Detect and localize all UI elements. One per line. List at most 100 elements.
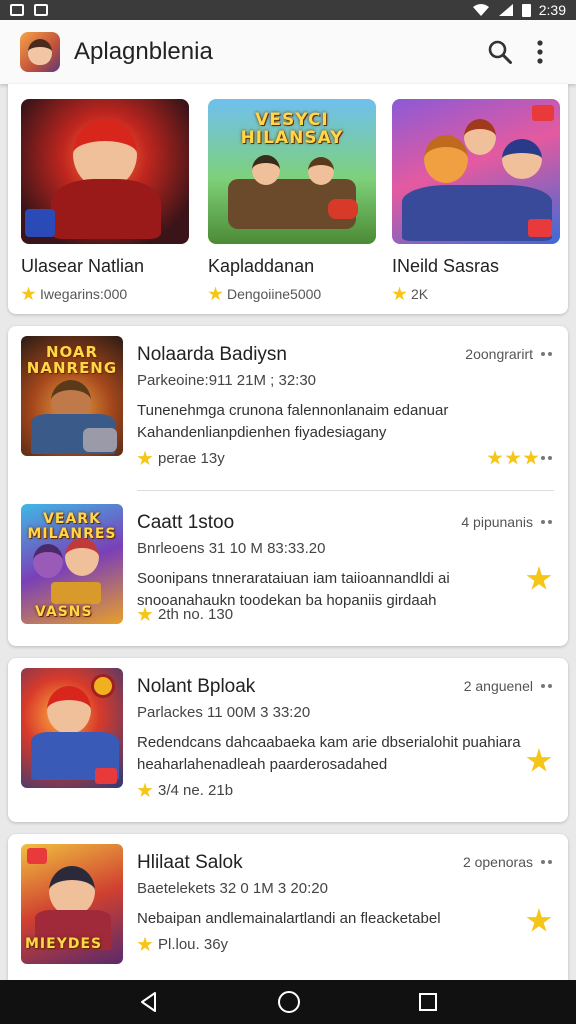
game-description: Tunenehmga crunona falennonlanaim edanua…: [137, 402, 449, 441]
star-icon: [505, 450, 521, 465]
search-button[interactable]: [480, 32, 520, 72]
app-logo: [20, 32, 60, 72]
star-rating: [526, 748, 552, 774]
divider: [137, 490, 554, 491]
star-icon: [523, 450, 539, 465]
game-list-card: Nolant Bploak 2 anguenel Parlackes 11 00…: [8, 658, 568, 822]
game-right-meta-text: 4 pipunanis: [461, 514, 533, 530]
star-icon: [392, 286, 407, 301]
game-title: Nolant Bploak: [137, 676, 256, 697]
thumbnail-logo-text-bottom: VASNS: [35, 604, 93, 620]
star-icon: [137, 606, 153, 622]
search-icon: [488, 40, 512, 64]
star-icon: [208, 286, 223, 301]
home-icon[interactable]: [277, 990, 301, 1014]
game-subtitle: Bnrleoens 31 10 M 83:33.20: [137, 540, 326, 557]
more-horiz-icon[interactable]: [541, 684, 552, 688]
game-meta-text: Dengoiine5000: [227, 286, 322, 302]
list-item[interactable]: NOAR NANRENG Nolaarda Badiysn 2oongrarir…: [8, 326, 568, 467]
game-list-card: NOAR NANRENG Nolaarda Badiysn 2oongrarir…: [8, 326, 568, 646]
signal-icon: [498, 4, 513, 16]
more-horiz-icon[interactable]: [541, 860, 552, 864]
game-subtitle: Baetelekets 32 0 1M 3 20:20: [137, 880, 328, 897]
thumbnail-logo-text: NOAR NANRENG: [26, 343, 118, 377]
game-thumbnail[interactable]: VESYCI HILANSAY: [208, 99, 376, 244]
more-horiz-icon[interactable]: [541, 352, 552, 356]
star-icon: [21, 286, 36, 301]
star-icon: [526, 908, 552, 932]
featured-game-1[interactable]: Ulasear Natlian Iwegarins:000: [21, 99, 189, 302]
game-meta-text: 2K: [411, 286, 429, 302]
game-thumbnail[interactable]: MIEYDES: [21, 844, 123, 964]
game-rating: 2th no. 130: [137, 606, 233, 623]
game-right-meta: 2 anguenel: [464, 678, 552, 694]
status-time: 2:39: [538, 2, 566, 18]
featured-game-3[interactable]: INeild Sasras 2K: [392, 99, 560, 302]
game-right-meta-text: 2 openoras: [462, 854, 533, 870]
app-bar: Aplagnblenia: [0, 20, 576, 84]
game-thumbnail[interactable]: [21, 99, 189, 244]
star-icon: [137, 450, 153, 466]
game-title: Kapladdanan: [208, 256, 315, 276]
thumbnail-logo-text: VESYCI HILANSAY: [240, 110, 344, 148]
game-meta: Dengoiine5000: [208, 286, 376, 302]
star-icon: [137, 936, 153, 952]
status-bar: 2:39: [0, 0, 576, 20]
navigation-bar: [0, 980, 576, 1024]
thumbnail-logo-text: MIEYDES: [25, 936, 103, 952]
more-horiz-icon[interactable]: [541, 520, 552, 524]
star-icon: [137, 782, 153, 798]
game-thumbnail[interactable]: [392, 99, 560, 244]
more-vert-icon: [537, 40, 543, 64]
game-meta: Iwegarins:000: [21, 286, 189, 302]
game-title: Caatt 1stoo: [137, 512, 235, 533]
game-subtitle: Parkeoine:911 21M ; 32:30: [137, 372, 317, 389]
star-rating: [526, 908, 552, 934]
overflow-menu-button[interactable]: [520, 32, 560, 72]
featured-games-card: Ulasear Natlian Iwegarins:000 VESYCI HIL…: [8, 84, 568, 314]
wifi-icon: [472, 4, 489, 16]
game-rating: 3/4 ne. 21b: [137, 782, 233, 799]
game-right-meta: 2 openoras: [463, 854, 552, 870]
battery-icon: [521, 3, 531, 17]
game-right-meta-text: 2 anguenel: [463, 678, 533, 694]
game-rating-text: Pl.lou. 36y: [158, 936, 229, 953]
star-rating: [526, 566, 552, 592]
game-description: Redendcans dahcaabaeka kam arie dbserial…: [137, 734, 521, 773]
app-title: Aplagnblenia: [74, 38, 213, 65]
game-meta: 2K: [392, 286, 560, 302]
recents-icon[interactable]: [418, 992, 438, 1012]
notification-icon: [10, 4, 24, 16]
game-subtitle: Parlackes 11 00M 3 33:20: [137, 704, 311, 721]
more-horiz-icon: [541, 456, 552, 460]
game-list-card: MIEYDES Hlilaat Salok 2 openoras Baetele…: [8, 834, 568, 980]
game-rating-text: perae 13y: [158, 450, 225, 467]
game-thumbnail[interactable]: [21, 668, 123, 788]
list-item[interactable]: VEARK MILANRES VASNS Caatt 1stoo 4 pipun…: [8, 494, 568, 634]
game-rating-text: 2th no. 130: [158, 606, 234, 623]
list-item[interactable]: Nolant Bploak 2 anguenel Parlackes 11 00…: [8, 658, 568, 799]
star-icon: [526, 748, 552, 772]
game-title: Hlilaat Salok: [137, 852, 243, 873]
list-item[interactable]: MIEYDES Hlilaat Salok 2 openoras Baetele…: [8, 834, 568, 974]
featured-game-2[interactable]: VESYCI HILANSAY Kapladdanan Dengoiine500…: [208, 99, 376, 302]
game-thumbnail[interactable]: NOAR NANRENG: [21, 336, 123, 456]
star-rating: [487, 450, 552, 466]
game-thumbnail[interactable]: VEARK MILANRES VASNS: [21, 504, 123, 624]
game-right-meta: 4 pipunanis: [461, 514, 552, 530]
star-icon: [487, 450, 503, 465]
game-right-meta-text: 2oongrarirt: [465, 346, 533, 362]
game-rating-text: 3/4 ne. 21b: [158, 782, 234, 799]
game-title: Ulasear Natlian: [21, 256, 145, 276]
back-icon[interactable]: [138, 991, 160, 1013]
image-notification-icon: [34, 4, 48, 16]
thumbnail-logo-text: VEARK MILANRES: [27, 511, 117, 542]
game-title: INeild Sasras: [392, 256, 500, 276]
game-meta-text: Iwegarins:000: [40, 286, 128, 302]
game-rating: perae 13y: [137, 450, 225, 467]
game-title: Nolaarda Badiysn: [137, 344, 287, 365]
game-rating: Pl.lou. 36y: [137, 936, 228, 953]
game-description: Nebaipan andlemainalartlandi an fleacket…: [137, 910, 441, 927]
game-right-meta: 2oongrarirt: [465, 346, 552, 362]
star-icon: [526, 566, 552, 590]
